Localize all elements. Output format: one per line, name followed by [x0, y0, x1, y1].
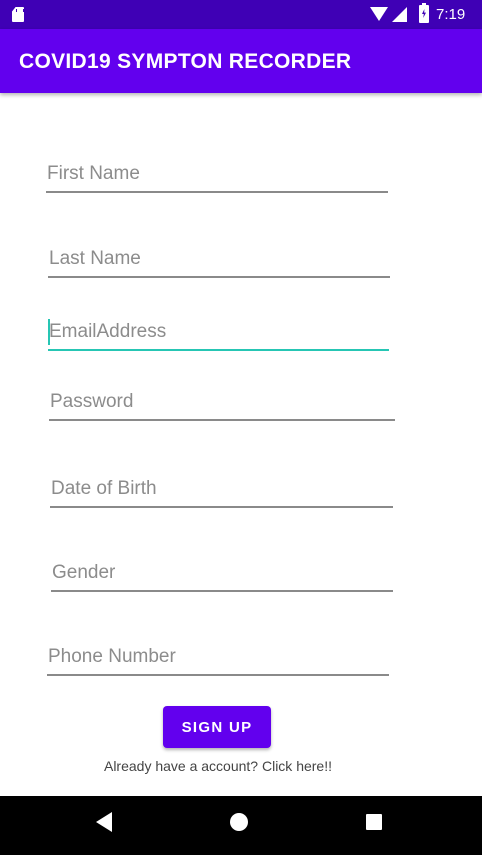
last-name-field[interactable]: Last Name [48, 236, 390, 278]
wifi-icon [370, 7, 388, 21]
last-name-placeholder: Last Name [49, 248, 141, 269]
password-placeholder: Password [50, 391, 134, 412]
login-link[interactable]: Already have a account? Click here!! [0, 758, 436, 774]
navigation-bar [0, 796, 482, 855]
first-name-field[interactable]: First Name [46, 151, 388, 193]
sd-card-icon [12, 7, 24, 22]
date-of-birth-placeholder: Date of Birth [51, 478, 157, 499]
back-icon[interactable] [96, 812, 112, 832]
home-icon[interactable] [230, 813, 248, 831]
phone-number-placeholder: Phone Number [48, 646, 176, 667]
app-bar: COVID19 SYMPTON RECORDER [0, 29, 482, 93]
recents-icon[interactable] [366, 814, 382, 830]
status-time: 7:19 [436, 6, 466, 23]
signal-icon [392, 7, 407, 22]
date-of-birth-field[interactable]: Date of Birth [50, 466, 393, 508]
sign-up-button[interactable]: SIGN UP [163, 706, 271, 748]
status-bar: 7:19 [0, 0, 482, 29]
gender-field[interactable]: Gender [51, 550, 393, 592]
phone-number-field[interactable]: Phone Number [47, 634, 389, 676]
battery-charging-icon [419, 3, 429, 23]
first-name-placeholder: First Name [47, 163, 140, 184]
app-title: COVID19 SYMPTON RECORDER [19, 50, 352, 73]
gender-placeholder: Gender [52, 562, 116, 583]
password-field[interactable]: Password [49, 379, 395, 421]
email-placeholder: EmailAddress [49, 321, 167, 342]
email-field[interactable]: EmailAddress [48, 309, 389, 351]
